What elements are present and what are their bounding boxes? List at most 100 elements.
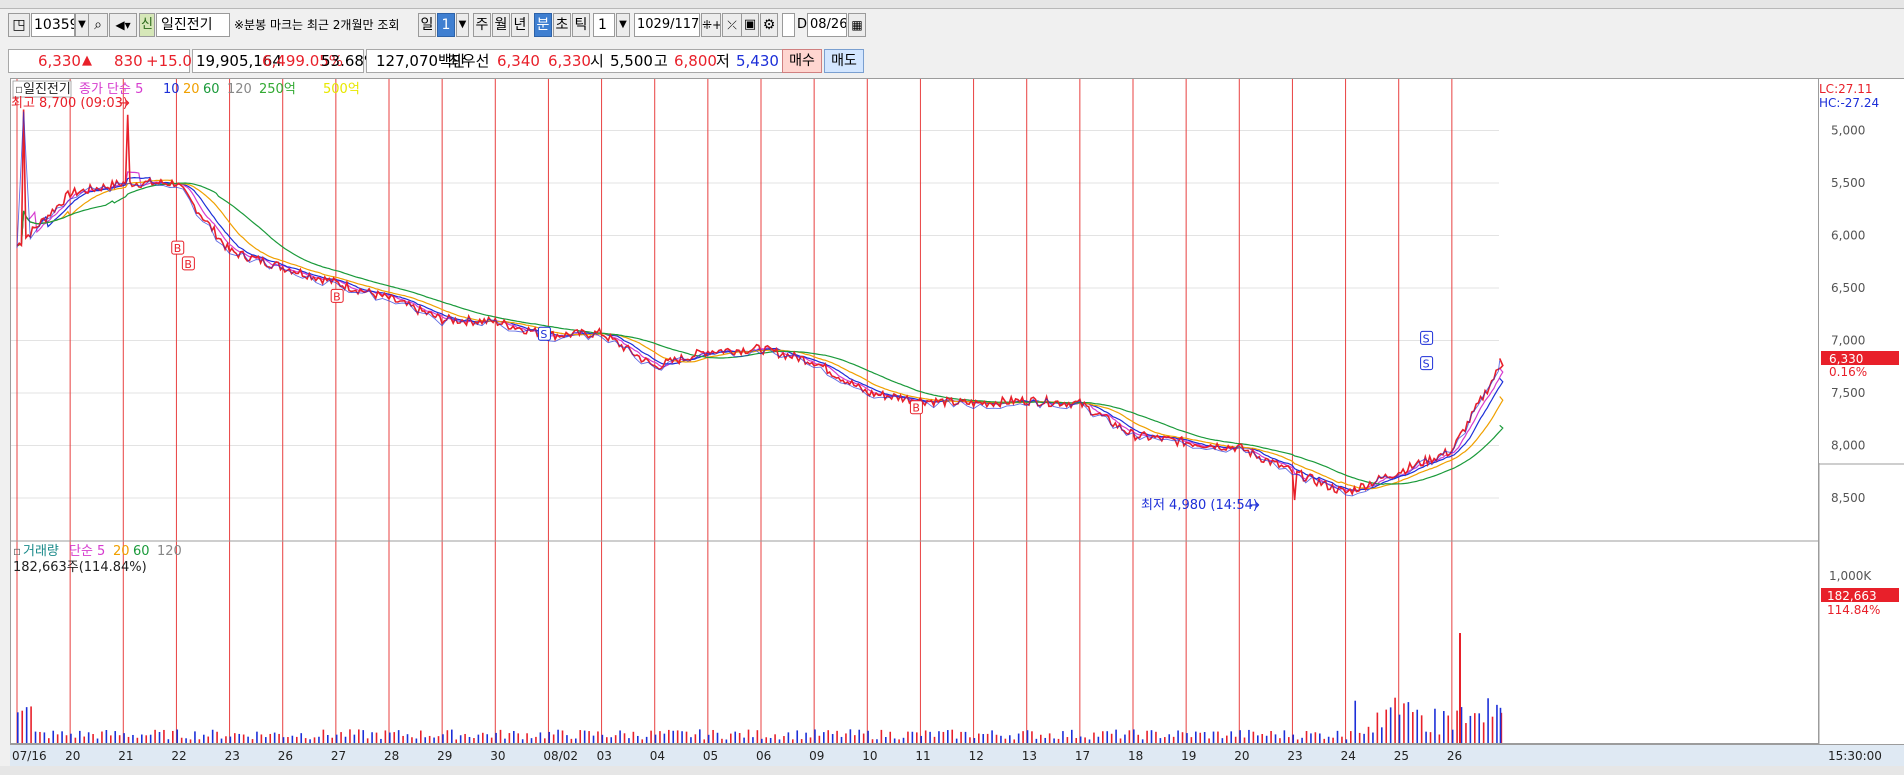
tab-tick[interactable]: 틱: [572, 13, 590, 37]
volume-bar: [1327, 736, 1330, 743]
volume-bar: [477, 734, 480, 743]
sell-button[interactable]: 매도: [824, 49, 864, 73]
volume-bar: [234, 733, 236, 743]
save-icon[interactable]: ▣: [741, 13, 759, 37]
period-count-field[interactable]: 1: [437, 13, 455, 37]
tab-day[interactable]: 일: [418, 13, 436, 37]
volume-bar: [1265, 735, 1268, 743]
gear-icon[interactable]: ⚙: [760, 13, 778, 37]
volume-bar: [588, 731, 590, 743]
tab-year[interactable]: 년: [511, 13, 529, 37]
volume-bar: [1133, 729, 1135, 743]
volume-bar: [242, 734, 245, 743]
volume-bar: [650, 730, 652, 743]
volume-bar: [738, 733, 741, 743]
volume-bar: [87, 732, 90, 743]
volume-bar: [136, 737, 139, 743]
volume-bar: [65, 735, 68, 743]
price-volume-chart[interactable]: BBBSBSS ▫ 일진전기 종가 단순 5 10 20 60 120 250억…: [11, 79, 1818, 743]
volume-bar: [269, 733, 272, 743]
volume-bar: [1106, 731, 1109, 743]
zoom-in-icon[interactable]: ⁜+: [701, 13, 721, 37]
calendar-icon[interactable]: ▦: [848, 13, 866, 37]
search-icon[interactable]: ⌕: [88, 13, 108, 37]
volume-bar: [1013, 739, 1016, 743]
volume-bar: [885, 737, 887, 743]
stock-code-input[interactable]: 103590: [31, 13, 75, 37]
volume-bar: [420, 730, 422, 743]
volume-bar: [769, 737, 772, 743]
volume-bar: [1079, 736, 1082, 743]
volume-bar: [1465, 723, 1467, 743]
period-dropdown-icon[interactable]: ▼: [456, 13, 469, 37]
interval-dropdown-icon[interactable]: ▼: [616, 13, 630, 37]
volume-bar: [17, 712, 19, 743]
volume-bar: [575, 738, 577, 743]
stock-name-field[interactable]: 일진전기: [156, 13, 230, 37]
ma10-line: [16, 176, 1504, 492]
volume-bar: [955, 738, 958, 743]
y-tick-label: 6,500: [1831, 281, 1865, 295]
volume-bar: [579, 730, 582, 743]
interval-input[interactable]: 1: [593, 13, 615, 37]
code-dropdown-icon[interactable]: ▼: [75, 13, 89, 37]
volume-bar: [663, 733, 666, 743]
y-tick-label: 7,000: [1831, 334, 1865, 348]
sell-marker-label: S: [540, 328, 547, 341]
volume-bar: [1203, 732, 1206, 743]
date-checkbox[interactable]: [782, 13, 795, 37]
volume-bar: [725, 739, 728, 743]
tab-week[interactable]: 주: [473, 13, 491, 37]
x-tick-label: 26: [1447, 749, 1462, 763]
volume-bar: [690, 737, 692, 743]
tab-minute[interactable]: 분: [534, 13, 552, 37]
volume-bar: [371, 732, 373, 743]
tab-month[interactable]: 월: [492, 13, 510, 37]
volume-bar: [712, 729, 714, 743]
volume-bar: [473, 738, 475, 743]
volume-bar: [327, 734, 329, 743]
top-menu-strip: [0, 0, 1904, 9]
x-tick-label: 08/02: [543, 749, 578, 763]
volume-bar: [278, 733, 280, 743]
volume-bar: [1261, 734, 1264, 743]
volume-bar: [207, 736, 210, 743]
volume-bar: [300, 733, 303, 743]
volume-bar: [694, 734, 697, 743]
volume-bar: [796, 730, 799, 743]
volume-bar: [973, 738, 976, 743]
volume-bar: [681, 731, 683, 743]
high-price: 6,800: [674, 52, 717, 70]
volume-bar: [1243, 737, 1246, 743]
volume-bar: [623, 733, 626, 743]
tab-second[interactable]: 초: [553, 13, 571, 37]
volume-bar: [1026, 730, 1029, 743]
count-input[interactable]: 1029/11700: [634, 13, 700, 37]
current-price-tag-text: 6,330: [1829, 352, 1863, 366]
volume-bar: [1035, 738, 1038, 743]
low-annotation: 최저 4,980 (14:54): [1141, 498, 1258, 513]
high-annotation: 최고 8,700 (09:03): [11, 96, 128, 111]
date-input[interactable]: 08/26: [807, 13, 847, 37]
volume-bar: [154, 729, 156, 743]
volume-bar: [544, 738, 546, 743]
volume-bar: [490, 737, 493, 743]
y-tick-label: 7,500: [1831, 386, 1865, 400]
chart-area[interactable]: BBBSBSS ▫ 일진전기 종가 단순 5 10 20 60 120 250억…: [10, 78, 1819, 744]
volume-bar: [211, 729, 214, 743]
volume-bar: [668, 729, 670, 743]
volume-bar: [898, 739, 900, 743]
volume-bar: [118, 735, 121, 743]
draw-tool-icon[interactable]: ⤫: [722, 13, 742, 37]
volume-bar: [907, 731, 909, 743]
best-bid: 6,330: [548, 52, 591, 70]
sound-icon[interactable]: ◀▾: [109, 13, 137, 37]
volume-bar: [123, 733, 125, 743]
volume-bar: [194, 731, 196, 743]
volume-bar: [1314, 732, 1317, 743]
layout-icon[interactable]: ◳: [8, 13, 30, 37]
horizontal-grid: [11, 130, 1499, 499]
open-price: 5,500: [610, 52, 653, 70]
volume-bar: [380, 738, 382, 743]
buy-button[interactable]: 매수: [782, 49, 822, 73]
